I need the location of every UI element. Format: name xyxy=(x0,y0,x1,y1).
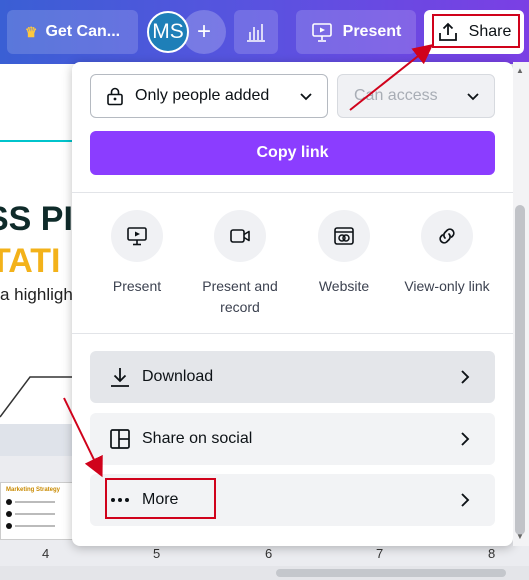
chevron-down-icon xyxy=(467,93,479,101)
option-present[interactable]: Present xyxy=(87,210,187,297)
chevron-right-icon xyxy=(461,432,470,446)
website-icon xyxy=(334,227,354,245)
present-icon xyxy=(311,23,332,42)
social-layout-icon xyxy=(108,427,132,451)
thumbnail-bullet xyxy=(6,511,12,517)
panel-divider xyxy=(72,333,513,334)
present-icon xyxy=(127,227,147,246)
page-number[interactable]: 8 xyxy=(488,546,495,561)
thumbnail-text-line xyxy=(15,525,55,527)
option-label: Website xyxy=(318,278,370,294)
slide-heading-line2: TATI xyxy=(0,242,61,280)
slide-subtitle: a highligh xyxy=(0,285,73,304)
scroll-down-icon[interactable]: ▼ xyxy=(515,532,525,542)
thumbnail-text-line xyxy=(15,501,55,503)
thumbnail-bullet xyxy=(6,499,12,505)
present-label: Present xyxy=(342,23,402,40)
page-number-strip: 4 5 6 7 8 xyxy=(0,544,529,564)
option-view-only-link[interactable]: View-only link xyxy=(397,210,497,297)
get-canva-pro-label: Get Can... xyxy=(45,23,121,40)
download-label: Download xyxy=(142,368,214,385)
page-number[interactable]: 5 xyxy=(153,546,160,561)
page-number[interactable]: 4 xyxy=(42,546,49,561)
canvas-top-area xyxy=(0,64,75,142)
copy-link-button[interactable]: Copy link xyxy=(90,131,495,175)
present-button[interactable]: Present xyxy=(296,10,416,54)
avatar[interactable]: MS xyxy=(147,11,189,53)
link-icon-circle xyxy=(421,210,473,262)
analytics-button[interactable] xyxy=(234,10,278,54)
plus-icon: + xyxy=(196,18,211,45)
share-annotation-box xyxy=(432,14,520,48)
lock-icon xyxy=(107,87,123,106)
download-row[interactable]: Download xyxy=(90,351,495,403)
bar-chart-icon xyxy=(247,24,265,42)
page-number[interactable]: 7 xyxy=(376,546,383,561)
get-canva-pro-button[interactable]: ♛ Get Can... xyxy=(7,10,138,54)
option-present-and-record[interactable]: Present and record xyxy=(190,210,290,318)
page-thumbnail[interactable]: Marketing Strategy xyxy=(0,482,75,540)
scroll-up-icon[interactable]: ▲ xyxy=(515,66,525,76)
link-icon xyxy=(439,228,455,244)
permission-placeholder: Can access xyxy=(354,87,438,104)
share-on-social-row[interactable]: Share on social xyxy=(90,413,495,465)
option-label: Present and record xyxy=(202,278,278,315)
website-icon-circle xyxy=(318,210,370,262)
horizontal-scroll-thumb[interactable] xyxy=(276,569,506,577)
option-website[interactable]: Website xyxy=(294,210,394,297)
page-number[interactable]: 6 xyxy=(265,546,272,561)
access-dropdown[interactable]: Only people added xyxy=(90,74,328,118)
share-on-social-label: Share on social xyxy=(142,430,253,447)
more-annotation-box xyxy=(105,478,216,519)
chevron-down-icon xyxy=(300,93,312,101)
option-label: View-only link xyxy=(404,278,490,294)
thumbnail-bullet xyxy=(6,523,12,529)
chevron-right-icon xyxy=(461,493,470,507)
chevron-right-icon xyxy=(461,370,470,384)
slide-canvas[interactable]: SS PI TATI a highligh xyxy=(0,142,75,424)
crown-icon: ♛ xyxy=(24,23,38,40)
slide-heading-line1: SS PI xyxy=(0,200,73,238)
panel-scroll-thumb[interactable] xyxy=(515,205,525,535)
record-icon-circle xyxy=(214,210,266,262)
permission-dropdown[interactable]: Can access xyxy=(337,74,495,118)
panel-divider xyxy=(72,192,513,193)
record-icon xyxy=(230,229,250,243)
access-value: Only people added xyxy=(135,87,270,104)
canvas-bottom-strip xyxy=(0,424,75,456)
present-icon-circle xyxy=(111,210,163,262)
download-icon xyxy=(108,365,132,389)
option-label: Present xyxy=(112,278,162,294)
thumbnail-text-line xyxy=(15,513,55,515)
slide-decoration xyxy=(0,376,75,418)
thumbnail-title: Marketing Strategy xyxy=(6,487,61,493)
